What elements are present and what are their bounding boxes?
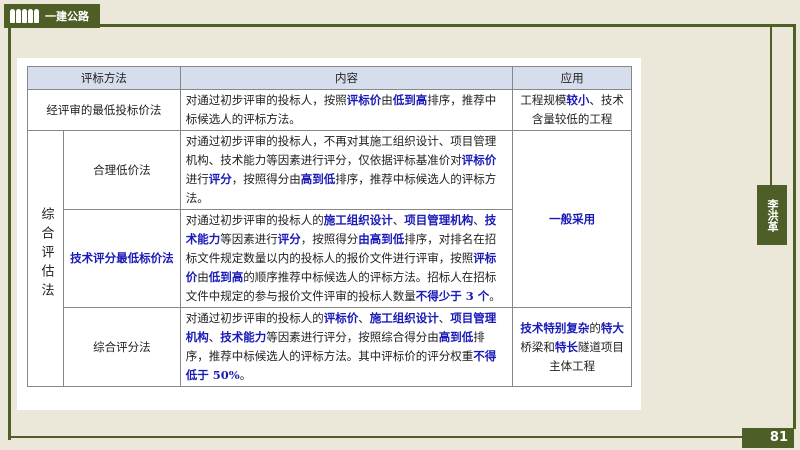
highlighted-text: 一般采用	[549, 211, 596, 226]
text-segment: 工程规模	[520, 93, 567, 107]
table-row: 综合评估法 合理低价法 对通过初步评审的投标人，不再对其施工组织设计、项目管理机…	[27, 130, 632, 387]
content-cell: 对通过初步评审的投标人的评标价、施工组织设计、项目管理机构、技术能力等因素进行评…	[179, 307, 514, 387]
application-cell: 一般采用	[512, 130, 632, 308]
text-segment: 、	[358, 311, 370, 325]
text-segment: 由	[197, 270, 209, 284]
text-segment: 、	[438, 311, 451, 325]
text-segment: 。	[489, 289, 501, 303]
application-cell: 工程规模较小、技术含量较低的工程	[512, 89, 632, 131]
text-segment: 由	[381, 93, 393, 107]
text-segment: 对通过初步评审的投标人，按照	[185, 93, 347, 107]
brand-header: 一建公路	[4, 4, 100, 28]
table-header-row: 评标方法 内容 应用	[27, 66, 632, 90]
group-label-text: 综合评估法	[38, 207, 54, 302]
highlighted-text: 技术特别复杂	[520, 320, 590, 335]
highlighted-text: 评标价	[461, 153, 497, 167]
table-row: 综合评分法 对通过初步评审的投标人的评标价、施工组织设计、项目管理机构、技术能力…	[28, 307, 632, 387]
frame-bottom-line	[8, 436, 742, 438]
content-cell: 对通过初步评审的投标人，按照评标价由低到高排序，推荐中标候选人的评标方法。	[179, 89, 514, 131]
text-segment: 。	[239, 368, 252, 382]
highlighted-text: 评分	[277, 232, 301, 246]
highlighted-text: 较小	[566, 93, 590, 107]
highlighted-text: 评标价	[323, 311, 359, 325]
table-row: 经评审的最低投标价法 对通过初步评审的投标人，按照评标价由低到高排序，推荐中标候…	[27, 89, 632, 131]
highlighted-text: 由高到低	[358, 232, 405, 246]
text-segment: 、	[473, 213, 485, 227]
author-label: 李洪革	[766, 198, 779, 232]
highlighted-text: 低到高	[208, 270, 244, 284]
author-tab: 李洪革	[757, 185, 787, 245]
tab-connector-line	[770, 27, 772, 187]
highlighted-text: 特大	[600, 320, 624, 335]
highlighted-text: 评分	[208, 172, 232, 186]
method-cell: 技术评分最低标价法	[62, 209, 181, 308]
content-cell: 对通过初步评审的投标人，不再对其施工组织设计、项目管理机构、技术能力等因素进行评…	[179, 130, 514, 210]
highlighted-text: 低到高	[392, 93, 428, 107]
highlighted-text: 高到低	[300, 172, 336, 186]
method-cell: 经评审的最低投标价法	[27, 89, 181, 131]
header-content: 内容	[179, 66, 514, 90]
highlighted-text: 不得少于 3 个	[415, 289, 490, 303]
text-segment: ，按照得分由	[231, 172, 301, 186]
people-icon	[10, 9, 39, 23]
application-cell: 技术特别复杂的特大桥梁和特长隧道项目主体工程	[512, 307, 632, 387]
text-segment: 进行	[185, 172, 209, 186]
content-panel: 评标方法 内容 应用 经评审的最低投标价法 对通过初步评审的投标人，按照评标价由…	[17, 58, 641, 410]
highlighted-text: 施工组织设计	[323, 213, 393, 227]
text-segment: 的	[589, 320, 601, 335]
method-cell: 综合评分法	[62, 307, 181, 387]
text-segment: 、	[208, 330, 221, 344]
text-segment: 对通过初步评审的投标人的	[185, 213, 324, 227]
brand-title: 一建公路	[45, 10, 89, 23]
text-segment: 桥梁和	[520, 339, 555, 354]
highlighted-text: 评标价	[346, 93, 382, 107]
highlighted-text: 施工组织设计	[369, 311, 439, 325]
page-number: 81	[742, 428, 794, 448]
frame-right-line	[793, 24, 796, 429]
highlighted-text: 高到低	[438, 330, 474, 344]
method-cell: 合理低价法	[62, 130, 181, 210]
text-segment: 等因素进行	[220, 232, 278, 246]
highlighted-text: 技术能力	[220, 330, 267, 344]
frame-top-line	[100, 24, 796, 27]
group-label: 综合评估法	[27, 130, 64, 387]
highlighted-text: 特长	[554, 339, 578, 354]
text-segment: 等因素进行评分，按照综合得分由	[266, 330, 439, 344]
text-segment: 对通过初步评审的投标人，不再对其施工组织设计、项目管理机构、技术能力等因素进行评…	[185, 134, 497, 167]
text-segment: 、	[392, 213, 405, 227]
highlighted-text: 项目管理机构	[404, 213, 474, 227]
content-cell: 对通过初步评审的投标人的施工组织设计、项目管理机构、技术能力等因素进行评分，按照…	[179, 209, 514, 308]
frame-left-line	[8, 28, 11, 440]
evaluation-methods-table: 评标方法 内容 应用 经评审的最低投标价法 对通过初步评审的投标人，按照评标价由…	[27, 66, 632, 387]
text-segment: 对通过初步评审的投标人的	[185, 311, 324, 325]
text-segment: ，按照得分	[300, 232, 359, 246]
header-application: 应用	[512, 66, 632, 90]
header-method: 评标方法	[27, 66, 181, 90]
